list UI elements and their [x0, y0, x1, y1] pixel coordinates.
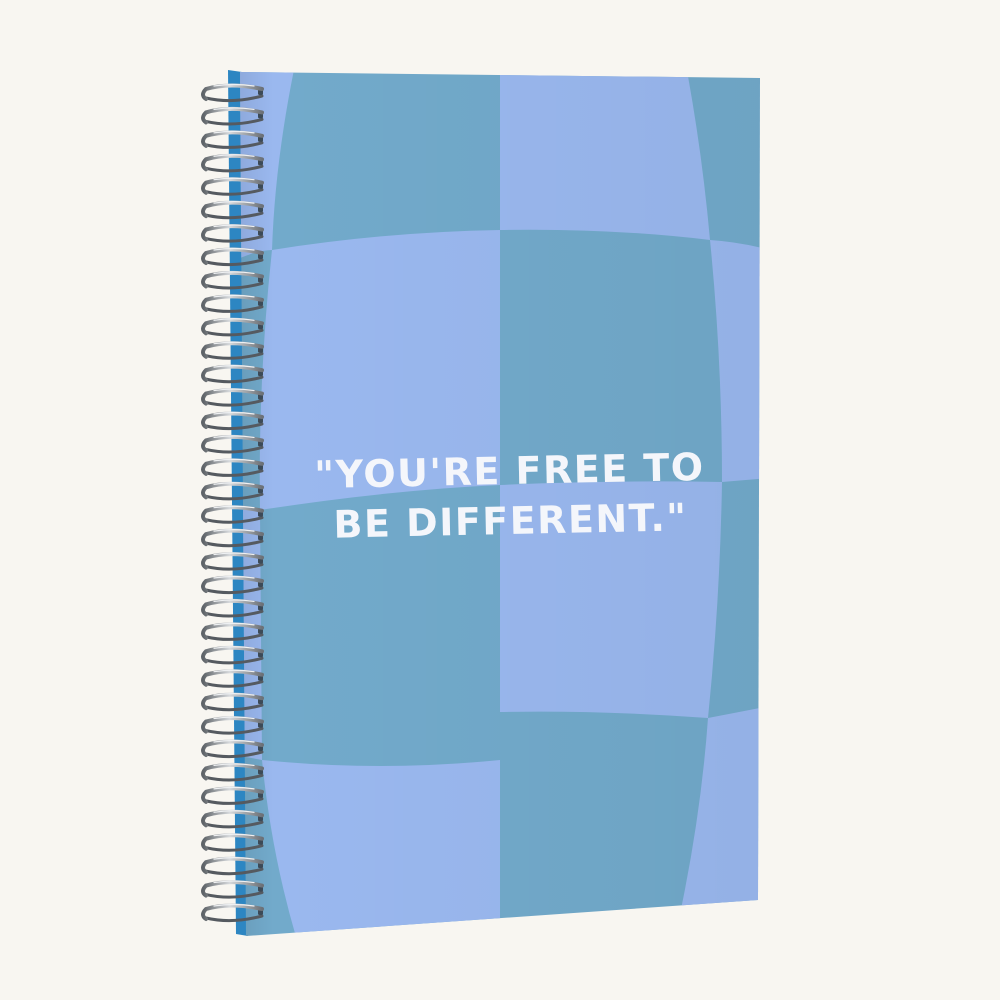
cover-quote: "YOU'RE FREE TO BE DIFFERENT." [299, 442, 721, 551]
product-photo: "YOU'RE FREE TO BE DIFFERENT." [0, 0, 1000, 1000]
quote-line-1: "YOU'RE FREE TO [313, 444, 706, 498]
quote-line-2: BE DIFFERENT." [333, 495, 689, 547]
